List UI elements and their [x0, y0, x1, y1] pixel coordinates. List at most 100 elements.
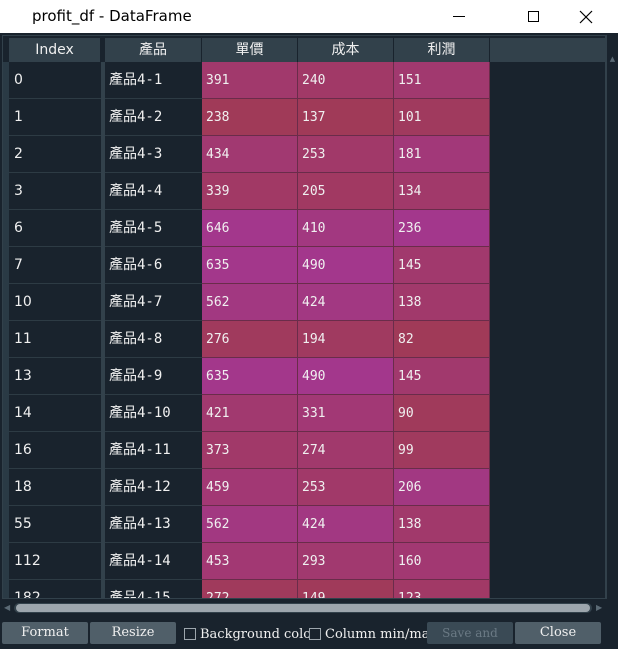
table-row: 7 產品4-6 635 490 145 — [3, 247, 605, 284]
cell-profit[interactable]: 82 — [394, 321, 490, 358]
cell-cost[interactable]: 490 — [298, 358, 394, 395]
save-and-close-button[interactable]: Save and Close — [427, 622, 513, 649]
cell-cost[interactable]: 490 — [298, 247, 394, 284]
minimize-button[interactable] — [436, 0, 482, 33]
cell-product[interactable]: 產品4-12 — [105, 469, 202, 506]
cell-index[interactable]: 10 — [9, 284, 101, 321]
cell-cost[interactable]: 240 — [298, 62, 394, 99]
cell-index[interactable]: 14 — [9, 395, 101, 432]
cell-price[interactable]: 646 — [202, 210, 298, 247]
cell-index[interactable]: 1 — [9, 99, 101, 136]
cell-index[interactable]: 7 — [9, 247, 101, 284]
header-profit[interactable]: 利潤 — [394, 38, 490, 62]
cell-product[interactable]: 產品4-7 — [105, 284, 202, 321]
cell-product[interactable]: 產品4-8 — [105, 321, 202, 358]
cell-index[interactable]: 13 — [9, 358, 101, 395]
cell-cost[interactable]: 293 — [298, 543, 394, 580]
cell-profit[interactable]: 160 — [394, 543, 490, 580]
cell-product[interactable]: 產品4-11 — [105, 432, 202, 469]
vertical-scrollbar[interactable]: ▲ — [606, 35, 618, 599]
cell-product[interactable]: 產品4-3 — [105, 136, 202, 173]
cell-index[interactable]: 11 — [9, 321, 101, 358]
cell-price[interactable]: 635 — [202, 358, 298, 395]
horizontal-scrollbar[interactable]: ◀ ▶ — [2, 600, 618, 616]
cell-product[interactable]: 產品4-13 — [105, 506, 202, 543]
close-window-button[interactable] — [563, 0, 609, 33]
cell-price[interactable]: 635 — [202, 247, 298, 284]
cell-cost[interactable]: 194 — [298, 321, 394, 358]
cell-profit[interactable]: 151 — [394, 62, 490, 99]
cell-price[interactable]: 459 — [202, 469, 298, 506]
cell-cost[interactable]: 253 — [298, 136, 394, 173]
cell-cost[interactable]: 137 — [298, 99, 394, 136]
cell-profit[interactable]: 101 — [394, 99, 490, 136]
cell-price[interactable]: 272 — [202, 580, 298, 598]
cell-product[interactable]: 產品4-6 — [105, 247, 202, 284]
cell-index[interactable]: 182 — [9, 580, 101, 598]
cell-index[interactable]: 55 — [9, 506, 101, 543]
cell-profit[interactable]: 134 — [394, 173, 490, 210]
cell-profit[interactable]: 90 — [394, 395, 490, 432]
column-minmax-checkbox[interactable]: Column min/max — [309, 624, 437, 644]
title-bar: profit_df - DataFrame — [0, 0, 618, 33]
scroll-thumb[interactable] — [16, 604, 590, 612]
cell-price[interactable]: 453 — [202, 543, 298, 580]
cell-cost[interactable]: 274 — [298, 432, 394, 469]
cell-cost[interactable]: 424 — [298, 506, 394, 543]
cell-profit[interactable]: 99 — [394, 432, 490, 469]
cell-price[interactable]: 434 — [202, 136, 298, 173]
cell-product[interactable]: 產品4-4 — [105, 173, 202, 210]
maximize-button[interactable] — [510, 0, 556, 33]
header-price[interactable]: 單價 — [202, 38, 298, 62]
cell-cost[interactable]: 205 — [298, 173, 394, 210]
cell-product[interactable]: 產品4-14 — [105, 543, 202, 580]
format-button[interactable]: Format — [2, 622, 88, 644]
cell-price[interactable]: 276 — [202, 321, 298, 358]
cell-product[interactable]: 產品4-5 — [105, 210, 202, 247]
cell-price[interactable]: 238 — [202, 99, 298, 136]
cell-price[interactable]: 562 — [202, 284, 298, 321]
cell-index[interactable]: 18 — [9, 469, 101, 506]
background-color-checkbox[interactable]: Background color — [184, 624, 317, 644]
cell-price[interactable]: 373 — [202, 432, 298, 469]
close-button[interactable]: Close — [515, 622, 601, 644]
cell-profit[interactable]: 236 — [394, 210, 490, 247]
cell-index[interactable]: 3 — [9, 173, 101, 210]
cell-profit[interactable]: 123 — [394, 580, 490, 598]
cell-index[interactable]: 6 — [9, 210, 101, 247]
cell-product[interactable]: 產品4-1 — [105, 62, 202, 99]
resize-button[interactable]: Resize — [90, 622, 176, 644]
cell-price[interactable]: 421 — [202, 395, 298, 432]
cell-profit[interactable]: 138 — [394, 506, 490, 543]
header-index[interactable]: Index — [9, 38, 101, 62]
header-cost[interactable]: 成本 — [298, 38, 394, 62]
cell-product[interactable]: 產品4-10 — [105, 395, 202, 432]
cell-profit[interactable]: 145 — [394, 247, 490, 284]
cell-price[interactable]: 562 — [202, 506, 298, 543]
cell-profit[interactable]: 138 — [394, 284, 490, 321]
table-row: 11 產品4-8 276 194 82 — [3, 321, 605, 358]
scroll-up-icon[interactable]: ▲ — [609, 55, 616, 63]
cell-cost[interactable]: 424 — [298, 284, 394, 321]
cell-product[interactable]: 產品4-9 — [105, 358, 202, 395]
cell-cost[interactable]: 331 — [298, 395, 394, 432]
cell-index[interactable]: 16 — [9, 432, 101, 469]
cell-product[interactable]: 產品4-2 — [105, 99, 202, 136]
checkbox-box[interactable] — [184, 628, 196, 640]
scroll-left-icon[interactable]: ◀ — [4, 603, 10, 612]
checkbox-box[interactable] — [309, 628, 321, 640]
cell-profit[interactable]: 181 — [394, 136, 490, 173]
cell-price[interactable]: 391 — [202, 62, 298, 99]
cell-profit[interactable]: 145 — [394, 358, 490, 395]
cell-index[interactable]: 2 — [9, 136, 101, 173]
cell-index[interactable]: 112 — [9, 543, 101, 580]
cell-cost[interactable]: 410 — [298, 210, 394, 247]
header-product[interactable]: 產品 — [105, 38, 202, 62]
cell-cost[interactable]: 253 — [298, 469, 394, 506]
cell-profit[interactable]: 206 — [394, 469, 490, 506]
cell-index[interactable]: 0 — [9, 62, 101, 99]
scroll-right-icon[interactable]: ▶ — [596, 603, 602, 612]
cell-price[interactable]: 339 — [202, 173, 298, 210]
cell-product[interactable]: 產品4-15 — [105, 580, 202, 598]
cell-cost[interactable]: 149 — [298, 580, 394, 598]
